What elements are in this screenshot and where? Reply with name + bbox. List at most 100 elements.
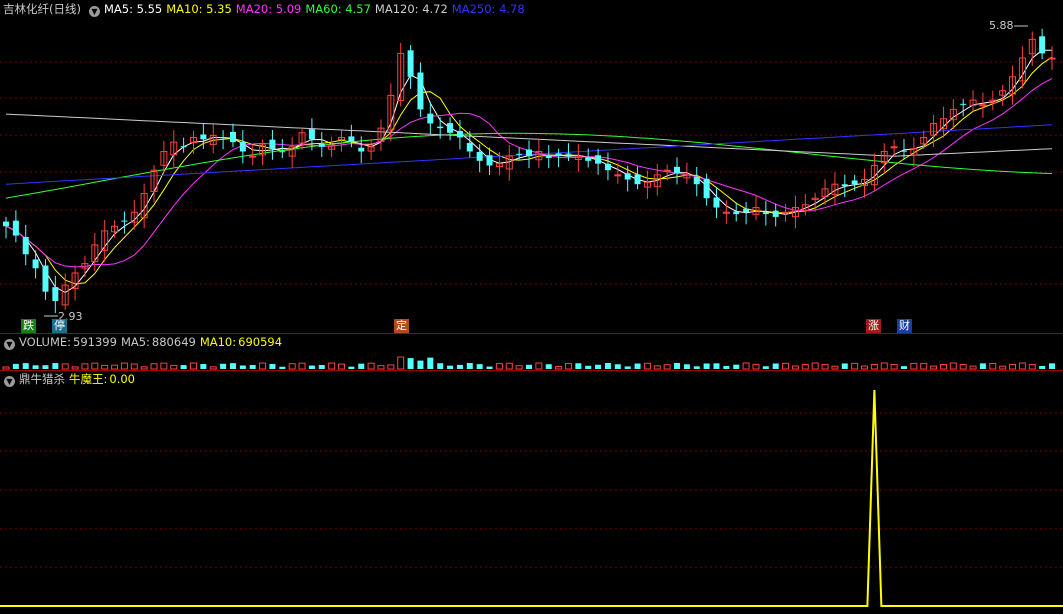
stock-chart	[0, 25, 1063, 607]
volume-bar	[634, 363, 641, 369]
candle-body-down	[447, 123, 454, 133]
candle-body-up	[249, 155, 257, 158]
volume-bar	[624, 366, 631, 369]
volume-bar	[200, 363, 207, 369]
volume-bar	[920, 362, 928, 370]
candle-body-down	[180, 146, 187, 148]
volume-bar	[989, 362, 997, 370]
candlesticks	[3, 28, 1056, 313]
volume-bar	[269, 364, 276, 369]
volume-bar	[505, 362, 513, 370]
volume-bar	[2, 366, 10, 370]
chevron-down-icon[interactable]: ▼	[88, 6, 100, 17]
volume-bar	[870, 364, 878, 370]
volume-bar	[693, 366, 700, 369]
volume-bar	[930, 365, 938, 370]
ma10-line	[5, 56, 1053, 285]
main-legend: 吉林化纤(日线) ▼ MA5: 5.55 MA10: 5.35 MA20: 5.09 MA…	[0, 1, 533, 17]
volume-bar	[1049, 363, 1055, 369]
candle-body-down	[229, 131, 236, 143]
signal-series-line	[0, 389, 1063, 607]
volume-bar	[71, 366, 79, 370]
volume-bar	[939, 363, 947, 370]
candle-body-up	[890, 146, 898, 149]
volume-value: 591399	[73, 335, 117, 349]
moving-average-lines	[5, 49, 1053, 294]
candle-body-down	[604, 163, 611, 171]
candle-body-up	[722, 211, 730, 214]
candle-body-down	[407, 50, 414, 77]
volume-bar	[12, 363, 19, 369]
chevron-down-icon[interactable]: ▼	[4, 339, 15, 350]
volume-bar	[160, 362, 168, 370]
candle-body-down	[318, 144, 325, 147]
volume-bar	[348, 366, 355, 369]
candle-body-down	[743, 208, 750, 213]
volume-bar	[239, 365, 246, 369]
event-flag-1[interactable]: 停	[52, 319, 67, 333]
volume-bar	[801, 364, 809, 370]
volume-ma5-label: MA5:	[120, 335, 150, 349]
volume-bar	[437, 363, 444, 369]
volume-bar	[318, 364, 325, 369]
volume-bar	[209, 366, 217, 370]
candle-body-down	[762, 212, 769, 215]
event-flag-4[interactable]: 财	[897, 319, 912, 333]
volume-bar	[1018, 362, 1026, 370]
volume-bar	[949, 362, 957, 370]
indicator-name: 鼎牛猎杀	[19, 372, 65, 386]
chevron-down-icon[interactable]: ▼	[4, 376, 15, 387]
candle-body-down	[674, 166, 681, 173]
candle-body-down	[52, 287, 59, 301]
volume-bar	[120, 362, 128, 370]
signal-line	[0, 389, 1063, 607]
event-flag-0[interactable]: 跌	[21, 319, 36, 333]
candle-body-up	[663, 169, 671, 172]
volume-bar	[811, 362, 819, 370]
high-price-label: 5.88	[989, 19, 1014, 32]
volume-bar	[979, 363, 986, 369]
volume-bar	[279, 366, 286, 369]
volume-bar	[61, 363, 69, 370]
volume-bar	[643, 362, 651, 370]
event-flag-3[interactable]: 涨	[866, 319, 881, 333]
volume-bar	[189, 362, 197, 370]
candle-body-down	[900, 150, 907, 152]
volume-bar	[1039, 366, 1046, 369]
volume-bar	[841, 363, 848, 369]
volume-bar	[762, 366, 769, 369]
volume-bar	[1009, 363, 1017, 370]
candle-body-down	[486, 155, 493, 166]
volume-label: VOLUME:	[19, 335, 72, 349]
volume-ma5-value: 880649	[151, 335, 196, 349]
volume-bar	[288, 363, 296, 370]
volume-bar	[821, 363, 829, 370]
volume-bar	[308, 365, 315, 369]
candle-body-down	[437, 126, 444, 129]
volume-bar	[387, 364, 395, 370]
volume-bar	[515, 365, 523, 370]
volume-bar	[81, 363, 89, 370]
high-low-markers	[44, 25, 1028, 317]
candle-body-down	[3, 221, 9, 227]
volume-ma10-label: MA10:	[199, 335, 237, 349]
event-flag-2[interactable]: 定	[394, 319, 409, 333]
volume-bar	[604, 363, 611, 369]
volume-bar	[782, 362, 790, 370]
candle-body-down	[269, 139, 276, 149]
ma-indicator-2: MA20: 5.09	[235, 2, 302, 16]
volume-bar	[476, 364, 483, 369]
candle-body-down	[585, 157, 592, 161]
candle-body-down	[516, 153, 523, 155]
volume-bar	[427, 357, 434, 369]
candle-body-down	[624, 173, 631, 180]
grid-lines	[0, 61, 1063, 568]
volume-bar	[713, 363, 720, 369]
volume-bar	[1028, 364, 1036, 370]
candle-body-up	[979, 104, 987, 107]
candle-body-down	[1039, 36, 1046, 54]
candle-body-down	[417, 72, 424, 110]
candle-body-down	[12, 220, 19, 236]
volume-bar	[683, 364, 690, 369]
volume-bar	[674, 363, 681, 369]
